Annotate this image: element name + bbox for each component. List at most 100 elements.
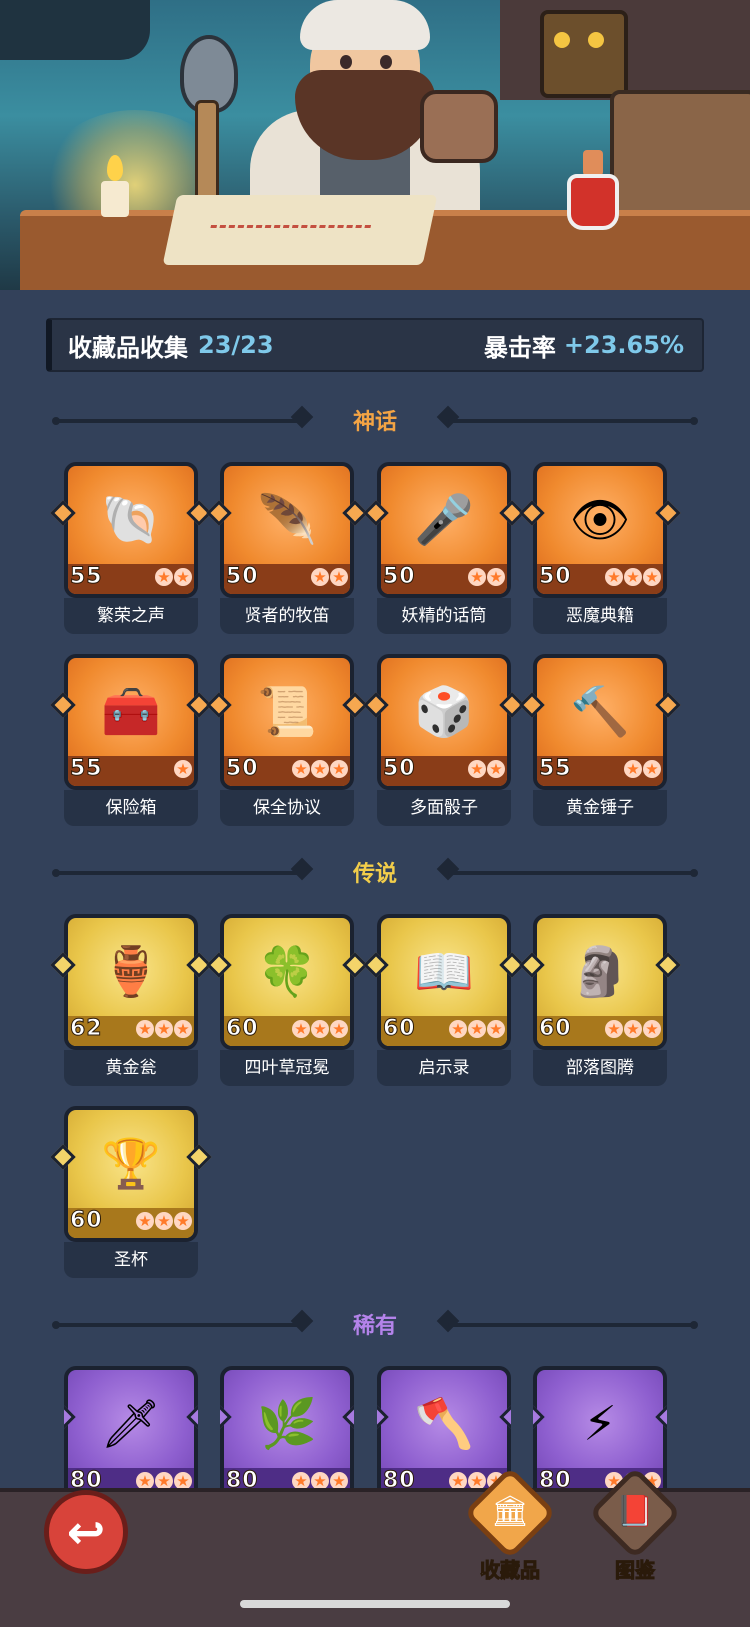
collectible-card[interactable]: 👁 50 ★ ★ ★ 恶魔典籍 — [519, 462, 681, 634]
back-arrow-icon: ↩ — [66, 1505, 106, 1559]
potion-icon — [565, 150, 621, 230]
star-icon: ★ — [311, 760, 329, 778]
item-level: 80 — [383, 1468, 416, 1489]
treasure-chest-icon: 🧰 — [101, 684, 161, 740]
item-name: 多面骰子 — [377, 790, 511, 826]
collectible-card[interactable]: 🪶 50 ★ ★ 贤者的牧笛 — [206, 462, 368, 634]
demon-book-icon: 👁 — [569, 492, 631, 548]
star-rating: ★★★ — [449, 1020, 505, 1038]
section-title: 传说 — [352, 862, 397, 887]
star-icon: ★ — [155, 1020, 173, 1038]
hero-banner — [0, 0, 750, 290]
item-level: 50 — [226, 756, 259, 782]
collectible-card[interactable]: 🌿 80 ★ ★ ★ — [220, 1366, 354, 1488]
thorn-vine-icon: 🌿 — [257, 1396, 317, 1452]
star-rating: ★ ★ — [311, 568, 348, 586]
collectible-card[interactable]: 📖 60 ★ ★ ★ 启示录 — [363, 914, 525, 1086]
item-level: 60 — [539, 1016, 572, 1042]
flute-icon: 🪶 — [257, 492, 317, 548]
star-rating: ★ ★ — [624, 760, 661, 778]
collectible-card[interactable]: 🍀 60 ★ ★ ★ 四叶草冠冕 — [206, 914, 368, 1086]
star-icon: ★ — [468, 568, 486, 586]
dice-icon: 🎲 — [414, 684, 474, 740]
tab-codex[interactable]: 📕 图鉴 — [580, 1466, 690, 1590]
tab-collectibles-label: 收藏品 — [480, 1558, 541, 1583]
collection-summary: 收藏品收集 23/23 暴击率 +23.65% — [46, 318, 704, 372]
star-icon: ★ — [487, 760, 505, 778]
star-icon: ★ — [624, 568, 642, 586]
star-icon: ★ — [136, 1020, 154, 1038]
collectible-card[interactable]: 🧰 55 ★ 保险箱 — [50, 654, 212, 826]
item-level: 55 — [539, 756, 572, 782]
item-name: 贤者的牧笛 — [220, 598, 354, 634]
star-rating: ★ ★ — [468, 760, 505, 778]
star-icon: ★ — [624, 760, 642, 778]
crit-rate-label: 暴击率 — [483, 333, 556, 362]
item-name: 部落图腾 — [533, 1050, 667, 1086]
section-header-mythic: 神话 — [50, 400, 700, 440]
item-name: 保全协议 — [220, 790, 354, 826]
lightning-card-icon: ⚡ — [583, 1396, 617, 1452]
collectible-card[interactable]: 🪓80★★★ — [377, 1366, 511, 1488]
star-icon: ★ — [174, 1020, 192, 1038]
star-icon: ★ — [311, 568, 329, 586]
star-icon: ★ — [643, 1020, 661, 1038]
collectible-card[interactable]: 📜 50 ★ ★ ★ 保全协议 — [206, 654, 368, 826]
star-rating: ★★★ — [605, 1020, 661, 1038]
star-rating: ★ ★ — [468, 568, 505, 586]
tab-collectibles[interactable]: 🏛 收藏品 — [455, 1466, 565, 1590]
collectible-card[interactable]: 🏺 62 ★ ★ ★ 黄金瓮 — [50, 914, 212, 1086]
home-indicator[interactable] — [240, 1600, 510, 1608]
totem-icon: 🗿 — [570, 944, 630, 1000]
section-title: 神话 — [352, 410, 397, 435]
collectible-card[interactable]: 🎲 50 ★ ★ 多面骰子 — [363, 654, 525, 826]
open-book-icon: 📖 — [414, 944, 474, 1000]
item-level: 50 — [539, 564, 572, 590]
star-rating: ★ — [174, 760, 192, 778]
shelf-decoration — [0, 0, 150, 60]
item-level: 50 — [383, 756, 416, 782]
item-name: 繁荣之声 — [64, 598, 198, 634]
crit-rate-value: +23.65% — [563, 331, 684, 359]
star-icon: ★ — [311, 1472, 329, 1488]
star-icon: ★ — [330, 568, 348, 586]
back-button[interactable]: ↩ — [44, 1490, 128, 1574]
collectible-card[interactable]: 🗿 60 ★ ★ ★ 部落图腾 — [519, 914, 681, 1086]
contract-icon: 📜 — [257, 684, 317, 740]
axe-icon: 🪓 — [414, 1396, 474, 1452]
item-level: 60 — [383, 1016, 416, 1042]
star-icon: ★ — [605, 1020, 623, 1038]
item-level: 60 — [70, 1208, 103, 1234]
star-icon: ★ — [643, 568, 661, 586]
section-header-rare: 稀有 — [50, 1304, 700, 1344]
star-icon: ★ — [330, 1020, 348, 1038]
hammer-icon: 🔨 — [570, 684, 630, 740]
temple-icon: 🏛 — [490, 1494, 530, 1529]
microphone-icon: 🎤 — [414, 492, 474, 548]
candle-icon — [95, 155, 135, 225]
star-icon: ★ — [330, 1472, 348, 1488]
item-name: 圣杯 — [64, 1242, 198, 1278]
clover-crown-icon: 🍀 — [257, 944, 317, 1000]
collectible-card[interactable]: 🎤 50 ★ ★ 妖精的话筒 — [363, 462, 525, 634]
item-name: 保险箱 — [64, 790, 198, 826]
book-icon: 📕 — [616, 1494, 654, 1529]
star-icon: ★ — [605, 568, 623, 586]
star-rating: ★★★ — [136, 1472, 192, 1488]
item-level: 80 — [70, 1468, 103, 1489]
star-icon: ★ — [292, 1020, 310, 1038]
star-icon: ★ — [155, 1472, 173, 1488]
star-icon: ★ — [624, 1020, 642, 1038]
collectible-card[interactable]: 🐚 55 ★ ★ 繁荣之声 — [50, 462, 212, 634]
collectible-card[interactable]: ⚡80★★★ — [533, 1366, 667, 1488]
star-icon: ★ — [311, 1020, 329, 1038]
collection-label: 收藏品收集 — [68, 333, 188, 362]
collectible-card[interactable]: 🔨 55 ★ ★ 黄金锤子 — [519, 654, 681, 826]
item-name: 妖精的话筒 — [377, 598, 511, 634]
tab-codex-label: 图鉴 — [615, 1558, 656, 1583]
collectible-card[interactable]: 🗡 80 ★ ★ ★ — [64, 1366, 198, 1488]
collectible-card[interactable]: 🏆 60 ★ ★ ★ 圣杯 — [50, 1106, 212, 1278]
star-rating: ★ ★ — [155, 568, 192, 586]
section-header-legendary: 传说 — [50, 852, 700, 892]
star-icon: ★ — [643, 760, 661, 778]
